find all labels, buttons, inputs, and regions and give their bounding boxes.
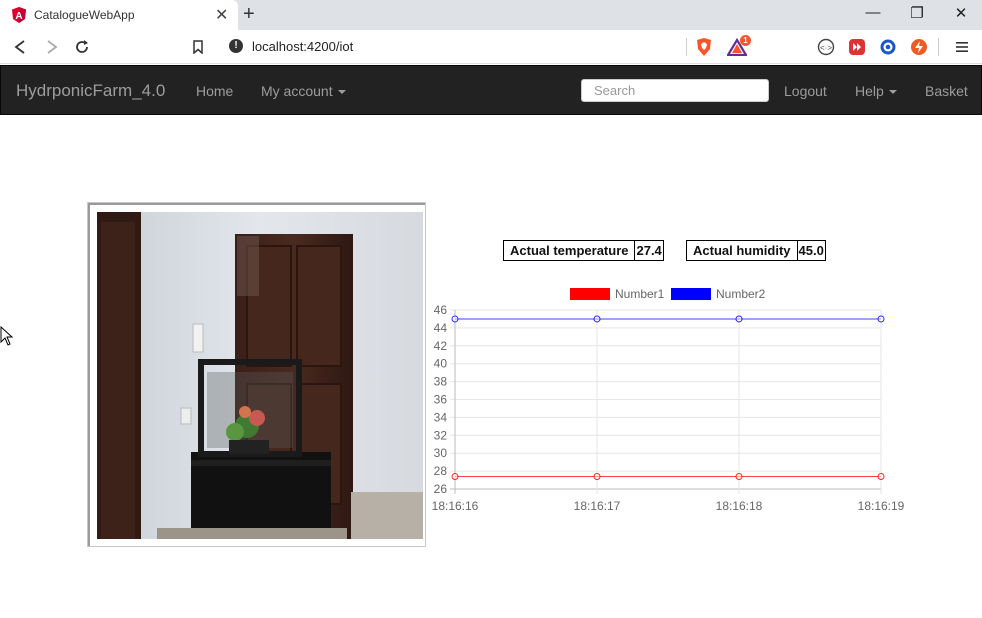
nav-help-label: Help xyxy=(855,83,884,99)
forward-icon[interactable] xyxy=(42,37,62,57)
toolbar-separator xyxy=(938,38,939,56)
humidity-reading: Actual humidity 45.0 xyxy=(686,240,826,261)
y-tick-label: 26 xyxy=(434,482,448,496)
sensor-line-chart: 26 28 30 32 34 36 38 40 42 44 46 18:16:16 18:16:17 18… xyxy=(432,287,905,513)
extension-code-icon[interactable]: <·> xyxy=(816,37,836,57)
camera-frame xyxy=(87,202,426,547)
minimize-icon[interactable]: — xyxy=(858,4,888,21)
toolbar-separator xyxy=(686,38,687,56)
extension-target-icon[interactable] xyxy=(878,37,898,57)
temperature-label: Actual temperature xyxy=(504,241,636,260)
svg-text:<·>: <·> xyxy=(820,44,832,53)
address-bar[interactable]: ! localhost:4200/iot xyxy=(218,34,688,60)
camera-feed-image xyxy=(97,212,423,539)
mouse-cursor-icon xyxy=(0,326,14,346)
site-info-icon[interactable]: ! xyxy=(229,39,243,53)
y-tick-label: 32 xyxy=(434,428,448,442)
caret-down-icon xyxy=(337,90,346,95)
y-tick-label: 38 xyxy=(434,375,448,389)
data-point xyxy=(877,472,885,480)
temperature-reading: Actual temperature 27.4 xyxy=(503,240,664,261)
browser-tab[interactable]: A CatalogueWebApp ✕ xyxy=(0,0,238,30)
nav-logout-link[interactable]: Logout xyxy=(784,83,827,99)
y-tick-label: 34 xyxy=(434,410,448,424)
nav-my-account-label: My account xyxy=(261,83,333,99)
humidity-label: Actual humidity xyxy=(687,241,798,260)
app-navbar: HydrponicFarm_4.0 Home My account Logout… xyxy=(0,65,982,115)
bookmark-icon[interactable] xyxy=(188,37,208,57)
svg-text:A: A xyxy=(15,11,22,22)
nav-basket-link[interactable]: Basket xyxy=(925,83,968,99)
reload-icon[interactable] xyxy=(72,37,92,57)
back-icon[interactable] xyxy=(10,37,30,57)
url-text: localhost:4200/iot xyxy=(252,39,354,54)
data-point xyxy=(593,472,601,480)
restore-icon[interactable]: ❐ xyxy=(902,4,932,22)
y-tick-label: 40 xyxy=(434,357,448,371)
caret-down-icon xyxy=(888,90,897,95)
navbar-brand[interactable]: HydrponicFarm_4.0 xyxy=(16,81,165,101)
brave-shield-icon[interactable] xyxy=(694,37,714,57)
x-tick-label: 18:16:18 xyxy=(716,499,763,513)
data-point xyxy=(877,315,885,323)
data-point xyxy=(451,315,459,323)
rewards-badge: 1 xyxy=(740,35,751,46)
humidity-value: 45.0 xyxy=(798,243,824,258)
legend-label: Number2 xyxy=(716,287,766,301)
y-tick-label: 36 xyxy=(434,393,448,407)
data-point xyxy=(735,315,743,323)
data-point xyxy=(451,472,459,480)
data-point xyxy=(735,472,743,480)
legend-swatch xyxy=(671,288,711,300)
browser-toolbar: ! localhost:4200/iot 1 <·> xyxy=(0,30,982,64)
y-tick-label: 44 xyxy=(434,321,448,335)
nav-my-account-dropdown[interactable]: My account xyxy=(261,83,346,99)
extension-bolt-icon[interactable] xyxy=(909,37,929,57)
temperature-value: 27.4 xyxy=(636,243,662,258)
nav-help-dropdown[interactable]: Help xyxy=(855,83,897,99)
menu-icon[interactable] xyxy=(952,37,972,57)
y-tick-label: 28 xyxy=(434,464,448,478)
new-tab-icon[interactable]: + xyxy=(243,3,255,26)
browser-tab-strip: A CatalogueWebApp ✕ + — ❐ ✕ xyxy=(0,0,982,30)
x-tick-label: 18:16:17 xyxy=(574,499,621,513)
close-icon[interactable]: ✕ xyxy=(215,5,228,25)
y-tick-label: 42 xyxy=(434,339,448,353)
window-close-icon[interactable]: ✕ xyxy=(946,4,976,22)
x-tick-label: 18:16:16 xyxy=(432,499,479,513)
search-input[interactable] xyxy=(581,79,769,102)
angular-logo-icon: A xyxy=(12,7,26,23)
legend-swatch xyxy=(570,288,610,300)
x-tick-label: 18:16:19 xyxy=(858,499,905,513)
y-tick-label: 46 xyxy=(434,303,448,317)
tab-title: CatalogueWebApp xyxy=(34,8,135,22)
y-tick-label: 30 xyxy=(434,446,448,460)
nav-home-link[interactable]: Home xyxy=(196,83,233,99)
data-point xyxy=(593,315,601,323)
legend-label: Number1 xyxy=(615,287,665,301)
extension-forward-icon[interactable] xyxy=(847,37,867,57)
